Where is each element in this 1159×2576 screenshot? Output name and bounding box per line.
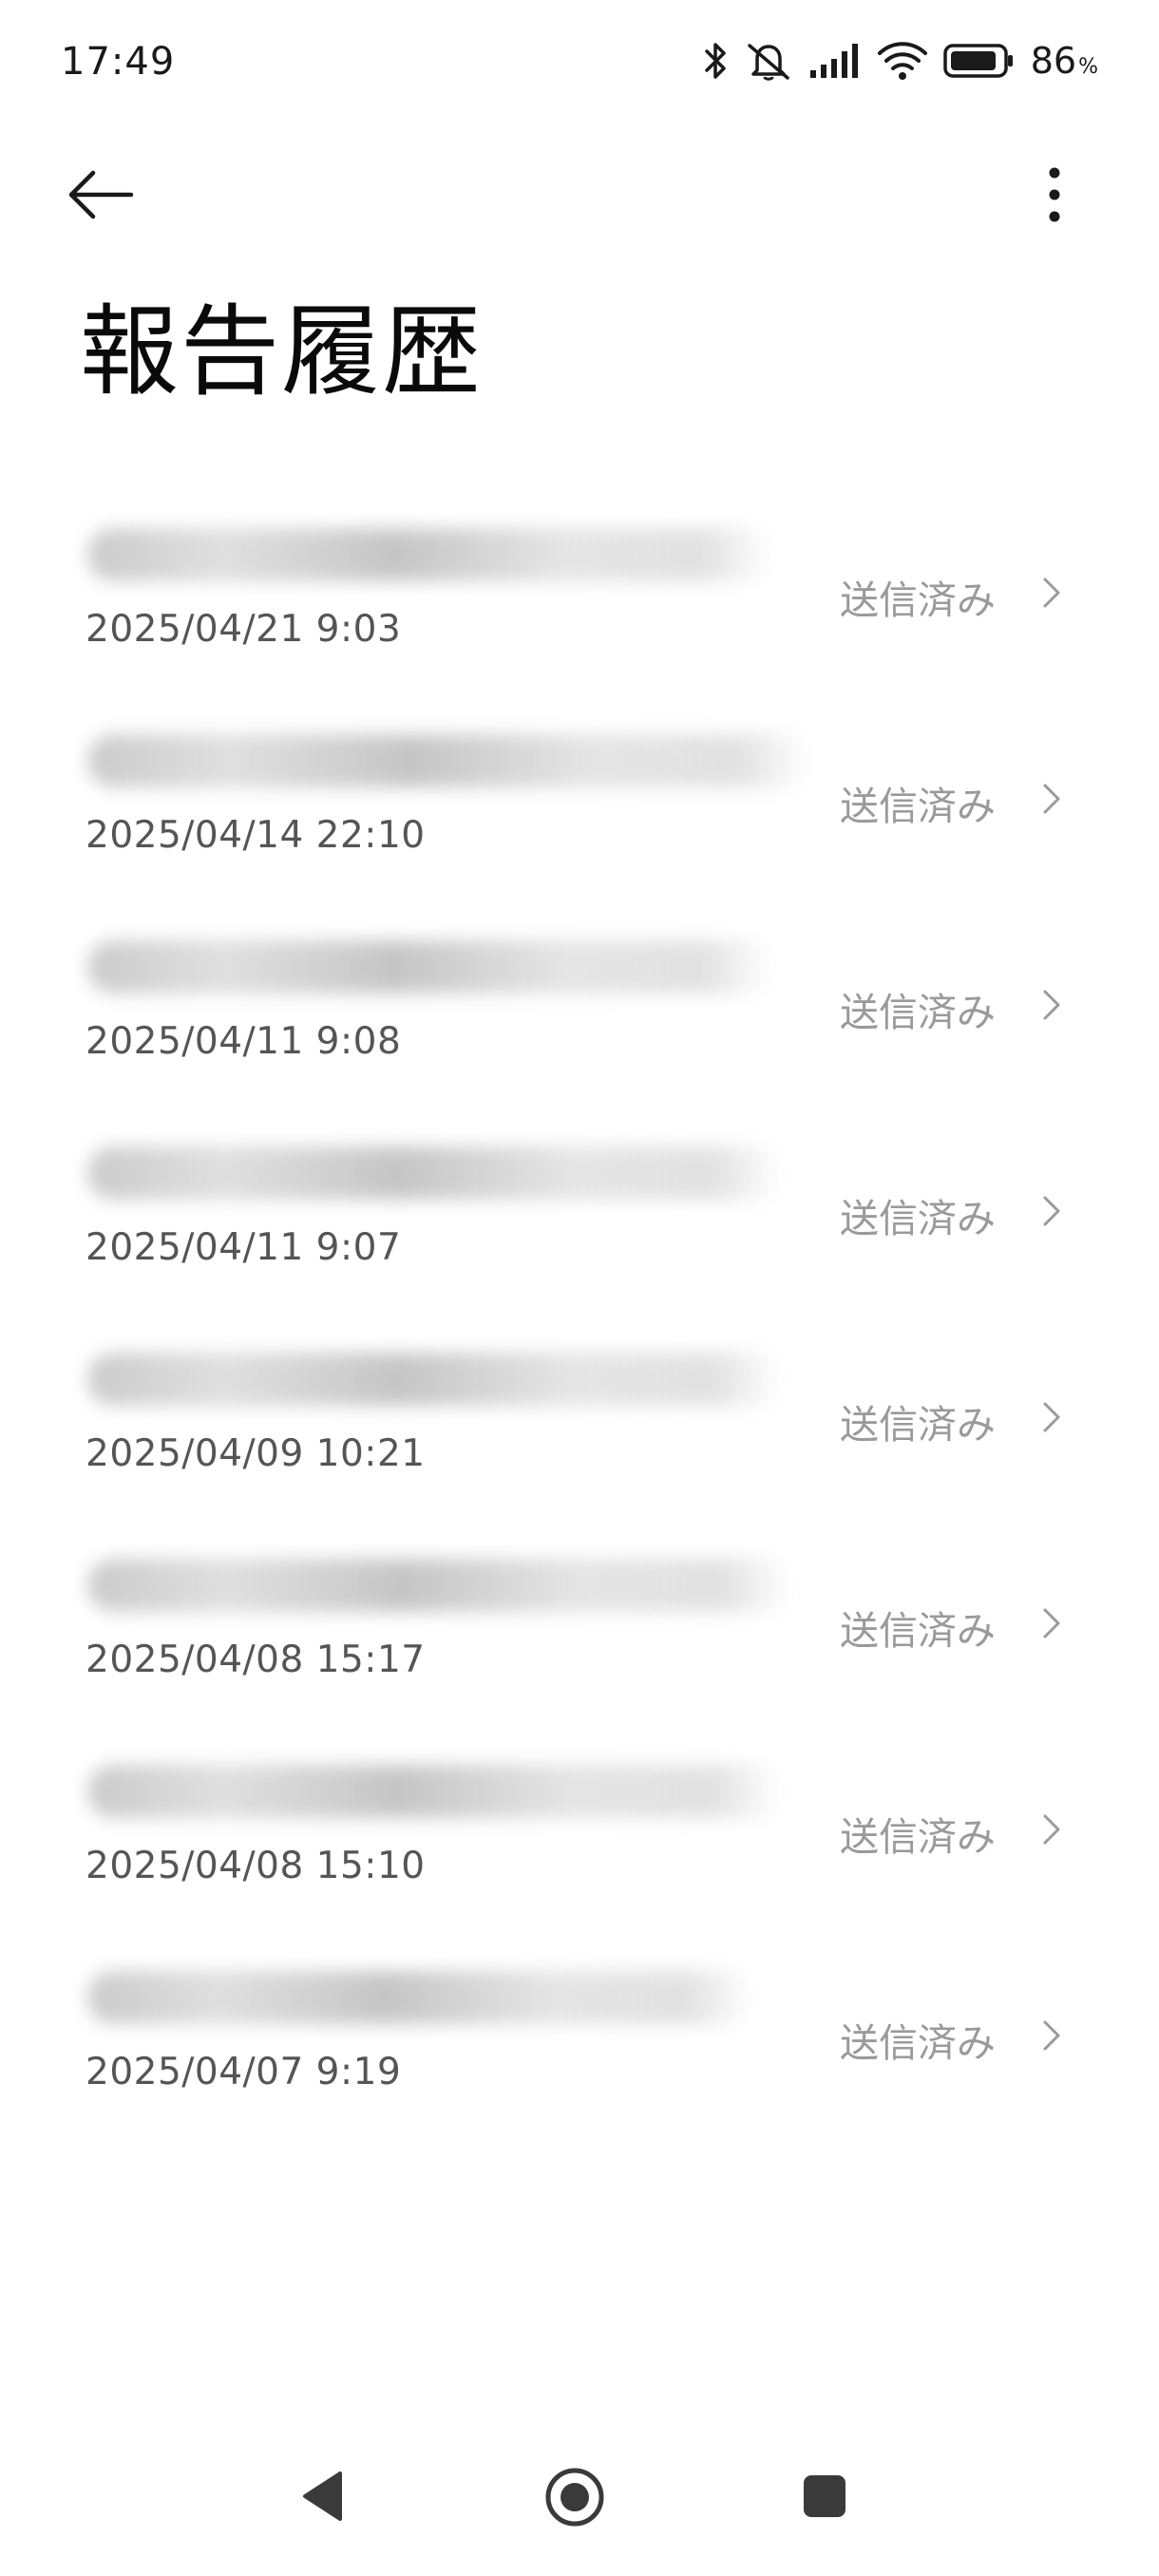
- battery-icon: [942, 44, 1013, 78]
- report-date: 2025/04/08 15:10: [86, 1845, 426, 1887]
- chevron-right-icon: [1043, 2020, 1060, 2051]
- arrow-left-icon: [68, 170, 134, 219]
- report-date: 2025/04/11 9:07: [86, 1226, 402, 1269]
- battery-percent: 86%: [1031, 40, 1098, 82]
- report-row[interactable]: 2025/04/07 9:19 送信済み: [0, 1937, 1159, 2143]
- wifi-icon: [877, 42, 927, 80]
- report-status: 送信済み: [840, 578, 996, 623]
- battery-unit: %: [1078, 55, 1098, 79]
- report-row[interactable]: 2025/04/08 15:10 送信済み: [0, 1731, 1159, 1937]
- back-button[interactable]: [66, 152, 171, 237]
- report-row[interactable]: 2025/04/08 15:17 送信済み: [0, 1525, 1159, 1731]
- report-row[interactable]: 2025/04/21 9:03 送信済み: [0, 494, 1159, 700]
- report-status: 送信済み: [840, 1814, 996, 1860]
- report-date: 2025/04/08 15:17: [86, 1638, 426, 1681]
- report-status: 送信済み: [840, 990, 996, 1035]
- chevron-right-icon: [1043, 784, 1060, 814]
- report-subject-redacted: [87, 1765, 781, 1818]
- chevron-right-icon: [1043, 1196, 1060, 1226]
- report-status: 送信済み: [840, 1402, 996, 1448]
- nav-home-icon[interactable]: [543, 2466, 606, 2529]
- status-bar: 17:49 86%: [0, 0, 1159, 129]
- more-vertical-icon: [1049, 167, 1060, 222]
- muted-bell-icon: [747, 44, 789, 81]
- report-subject-redacted: [87, 528, 771, 581]
- status-time: 17:49: [61, 40, 176, 84]
- status-icons: 86%: [704, 38, 1098, 84]
- chevron-right-icon: [1043, 1402, 1060, 1432]
- more-options-button[interactable]: [1016, 152, 1092, 237]
- report-date: 2025/04/11 9:08: [86, 1020, 402, 1063]
- report-subject-redacted: [87, 1353, 781, 1406]
- report-row[interactable]: 2025/04/11 9:07 送信済み: [0, 1112, 1159, 1318]
- signal-icon: [809, 44, 858, 78]
- chevron-right-icon: [1043, 578, 1060, 608]
- report-date: 2025/04/09 10:21: [86, 1432, 426, 1475]
- report-subject-redacted: [87, 734, 809, 787]
- page-title: 報告履歴: [80, 294, 484, 409]
- report-status: 送信済み: [840, 1196, 996, 1241]
- report-date: 2025/04/07 9:19: [86, 2051, 402, 2093]
- nav-back-icon[interactable]: [300, 2470, 346, 2523]
- report-status: 送信済み: [840, 1608, 996, 1654]
- chevron-right-icon: [1043, 1608, 1060, 1638]
- report-subject-redacted: [87, 1971, 752, 2024]
- report-subject-redacted: [87, 1146, 781, 1200]
- report-list: 2025/04/21 9:03 送信済み 2025/04/14 22:10 送信…: [0, 494, 1159, 2143]
- battery-value: 86: [1030, 40, 1077, 82]
- chevron-right-icon: [1043, 1814, 1060, 1845]
- report-row[interactable]: 2025/04/11 9:08 送信済み: [0, 906, 1159, 1112]
- report-subject-redacted: [87, 940, 771, 994]
- report-row[interactable]: 2025/04/09 10:21 送信済み: [0, 1318, 1159, 1525]
- bluetooth-icon: [704, 43, 726, 79]
- report-status: 送信済み: [840, 2020, 996, 2066]
- chevron-right-icon: [1043, 990, 1060, 1020]
- report-subject-redacted: [87, 1559, 790, 1612]
- report-row[interactable]: 2025/04/14 22:10 送信済み: [0, 700, 1159, 906]
- system-nav-bar: [0, 2432, 1159, 2576]
- report-status: 送信済み: [840, 784, 996, 829]
- report-date: 2025/04/14 22:10: [86, 814, 426, 857]
- nav-recents-icon[interactable]: [802, 2473, 847, 2519]
- report-date: 2025/04/21 9:03: [86, 608, 402, 651]
